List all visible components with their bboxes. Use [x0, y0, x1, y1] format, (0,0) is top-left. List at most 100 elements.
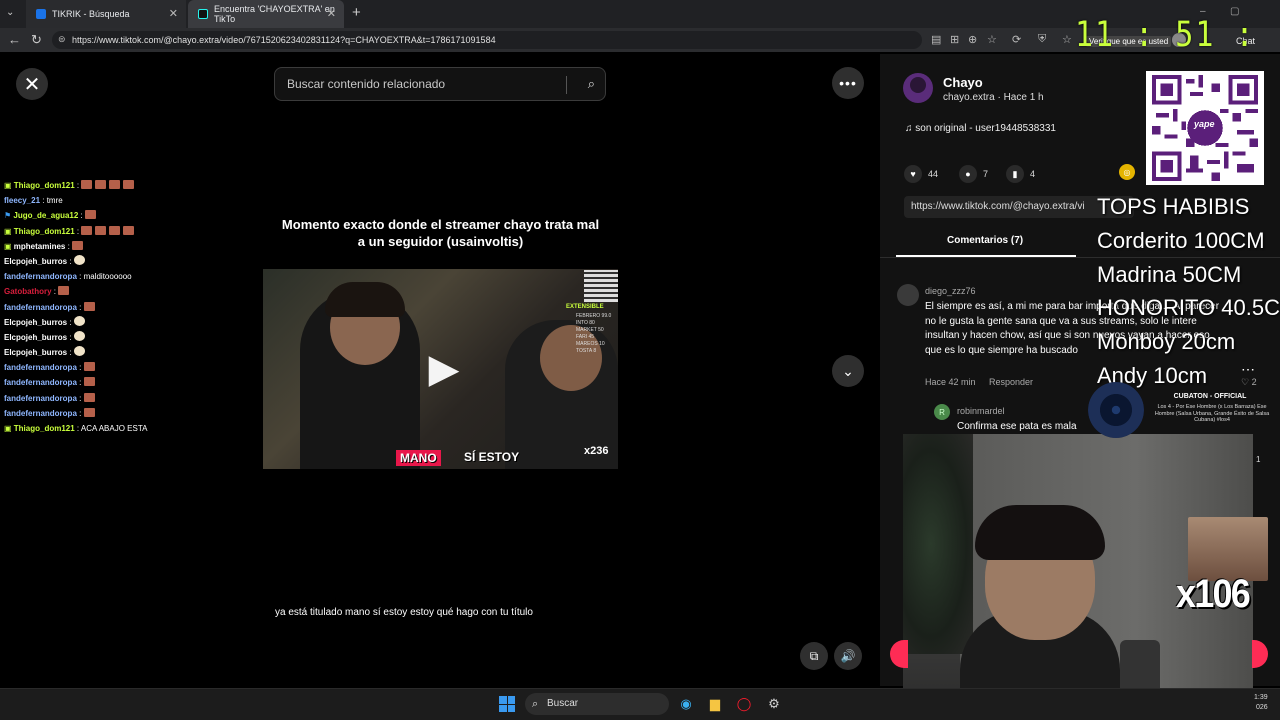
more-options-button[interactable]: •••: [832, 67, 864, 99]
yape-logo: yape: [1194, 119, 1215, 129]
search-favicon-icon: [36, 9, 46, 19]
close-tab-icon[interactable]: ✕: [327, 7, 336, 20]
chat-emote-icon: [109, 180, 121, 189]
comment-button[interactable]: ● 7: [959, 165, 988, 183]
chat-message: fandefernandoropa :: [4, 391, 254, 406]
tab-list-menu-icon[interactable]: ⌄: [6, 7, 14, 18]
settings-gear-icon[interactable]: ⚙: [765, 695, 783, 713]
back-icon[interactable]: ←: [8, 32, 21, 47]
chat-separator: :: [76, 363, 84, 373]
chat-separator: :: [51, 287, 59, 297]
chat-emote-icon: [123, 180, 135, 189]
chat-username: fandefernandoropa: [4, 393, 77, 403]
comment-more-icon[interactable]: ⋯: [1241, 361, 1255, 378]
save-button[interactable]: ▮ 4: [1006, 165, 1035, 183]
author-name[interactable]: Chayo: [943, 75, 983, 90]
chat-username: fandefernandoropa: [4, 363, 77, 373]
reply-link[interactable]: Responder: [989, 377, 1033, 387]
chat-username: Jugo_de_agua12: [13, 211, 79, 221]
gift-coin-icon[interactable]: ◎: [1119, 164, 1135, 180]
chat-emote-icon: [81, 225, 93, 235]
chat-username: mphetamines: [13, 241, 66, 251]
chat-message: fandefernandoropa :: [4, 375, 254, 390]
extensions-icon[interactable]: ⟳: [1012, 33, 1021, 46]
save-count: 4: [1030, 169, 1036, 179]
comment-username[interactable]: diego_zzz76: [925, 286, 976, 296]
taskbar-search-label: Buscar: [547, 698, 579, 709]
chat-face-emote-icon: [73, 330, 85, 341]
chat-separator: :: [76, 272, 84, 282]
commenter-avatar[interactable]: [897, 284, 919, 306]
chat-text: malditoooooo: [83, 272, 132, 282]
chat-emote-icon: [85, 210, 96, 220]
chat-message: ▣ mphetamines :: [4, 239, 254, 254]
chat-face-emote-icon: [73, 346, 85, 357]
like-button[interactable]: ♥ 44: [904, 165, 938, 183]
reply-avatar[interactable]: R: [934, 404, 950, 420]
edge-icon[interactable]: ◉: [677, 695, 695, 713]
inner-qr-code: [584, 270, 618, 302]
new-tab-icon[interactable]: +: [352, 4, 361, 21]
chat-emote-icon: [83, 301, 95, 311]
tiktok-favicon-icon: [198, 9, 208, 19]
favorite-icon[interactable]: ☆: [987, 33, 997, 46]
chat-username: fandefernandoropa: [4, 302, 77, 312]
chat-username: fandefernandoropa: [4, 272, 77, 282]
chat-badge-icon: ⚑: [4, 211, 14, 221]
comment-count: 7: [983, 169, 989, 179]
taskbar-search[interactable]: ⌕ Buscar: [525, 693, 669, 715]
opera-icon[interactable]: ◯: [735, 695, 753, 713]
chat-username: fandefernandoropa: [4, 408, 77, 418]
shield-icon[interactable]: ⛨: [1038, 33, 1046, 46]
chat-separator: :: [40, 196, 47, 206]
like-count: 44: [928, 169, 939, 179]
tab-tiktok[interactable]: Encuentra 'CHAYOEXTRA' en TikTo ✕: [188, 0, 344, 28]
volume-button[interactable]: 🔊: [834, 642, 862, 670]
close-video-button[interactable]: ✕: [16, 68, 48, 100]
streamer-hair: [975, 505, 1105, 560]
system-clock[interactable]: 1:39 026: [1254, 693, 1268, 713]
chat-username: fleecy_21: [4, 196, 41, 206]
chat-message: ▣ Thiago_dom121 :: [4, 178, 254, 193]
author-handle-time: chayo.extra · Hace 1 h: [943, 92, 1044, 103]
music-subtitle: Los 4 - Por Ese Hombre (x Los Barraza) E…: [1154, 404, 1270, 423]
windows-start-icon[interactable]: [499, 696, 515, 712]
miniplayer-button[interactable]: ⧉: [800, 642, 828, 670]
chat-username: Elcpojeh_burros: [4, 317, 68, 327]
author-avatar[interactable]: [903, 73, 933, 103]
tray-date: 026: [1255, 704, 1268, 711]
search-placeholder: Buscar contenido relacionado: [287, 77, 446, 91]
chat-username: Elcpojeh_burros: [4, 348, 68, 358]
url-text: https://www.tiktok.com/@chayo.extra/vide…: [72, 35, 496, 45]
chat-message: ▣ Thiago_dom121 :: [4, 224, 254, 239]
chat-separator: :: [76, 393, 84, 403]
chat-text: tmre: [46, 196, 63, 206]
tab-tikrik[interactable]: TIKRIK - Búsqueda ✕: [26, 0, 186, 28]
chat-separator: :: [76, 408, 84, 418]
play-icon[interactable]: ▶: [422, 347, 466, 391]
next-video-button[interactable]: ⌄: [832, 355, 864, 387]
url-field[interactable]: ⊜ https://www.tiktok.com/@chayo.extra/vi…: [52, 31, 922, 49]
file-explorer-icon[interactable]: ▆: [706, 695, 724, 713]
chat-emote-icon: [72, 240, 84, 250]
reload-icon[interactable]: ↻: [31, 32, 42, 48]
chat-emote-icon: [95, 180, 107, 189]
chat-username: Gatobathory: [4, 287, 52, 297]
inner-extensible-label: EXTENSIBLE: [566, 304, 604, 310]
reply-username[interactable]: robinmardel: [957, 406, 1005, 416]
close-tab-icon[interactable]: ✕: [169, 7, 178, 20]
tops-entry: Corderito 100CM: [1097, 227, 1265, 253]
translate-icon[interactable]: ⊞: [950, 33, 959, 46]
search-icon[interactable]: ⌕: [588, 76, 595, 92]
related-search-input[interactable]: Buscar contenido relacionado ⌕: [274, 67, 606, 101]
favorites-bar-icon[interactable]: ☆: [1062, 33, 1072, 46]
video-caption: ya está titulado mano sí estoy estoy qué…: [275, 607, 533, 618]
zoom-icon[interactable]: ⊕: [968, 33, 977, 46]
chat-message: fandefernandoropa :: [4, 300, 254, 315]
miniplayer-icon: ⧉: [809, 648, 819, 663]
site-info-icon[interactable]: ⊜: [58, 34, 66, 45]
sound-link[interactable]: ♫ son original - user19448538331: [905, 123, 1056, 134]
video-overlay-title: Momento exacto donde el streamer chayo t…: [281, 217, 600, 249]
tab-comments[interactable]: Comentarios (7): [947, 235, 1023, 246]
read-mode-icon[interactable]: ▤: [931, 33, 941, 46]
